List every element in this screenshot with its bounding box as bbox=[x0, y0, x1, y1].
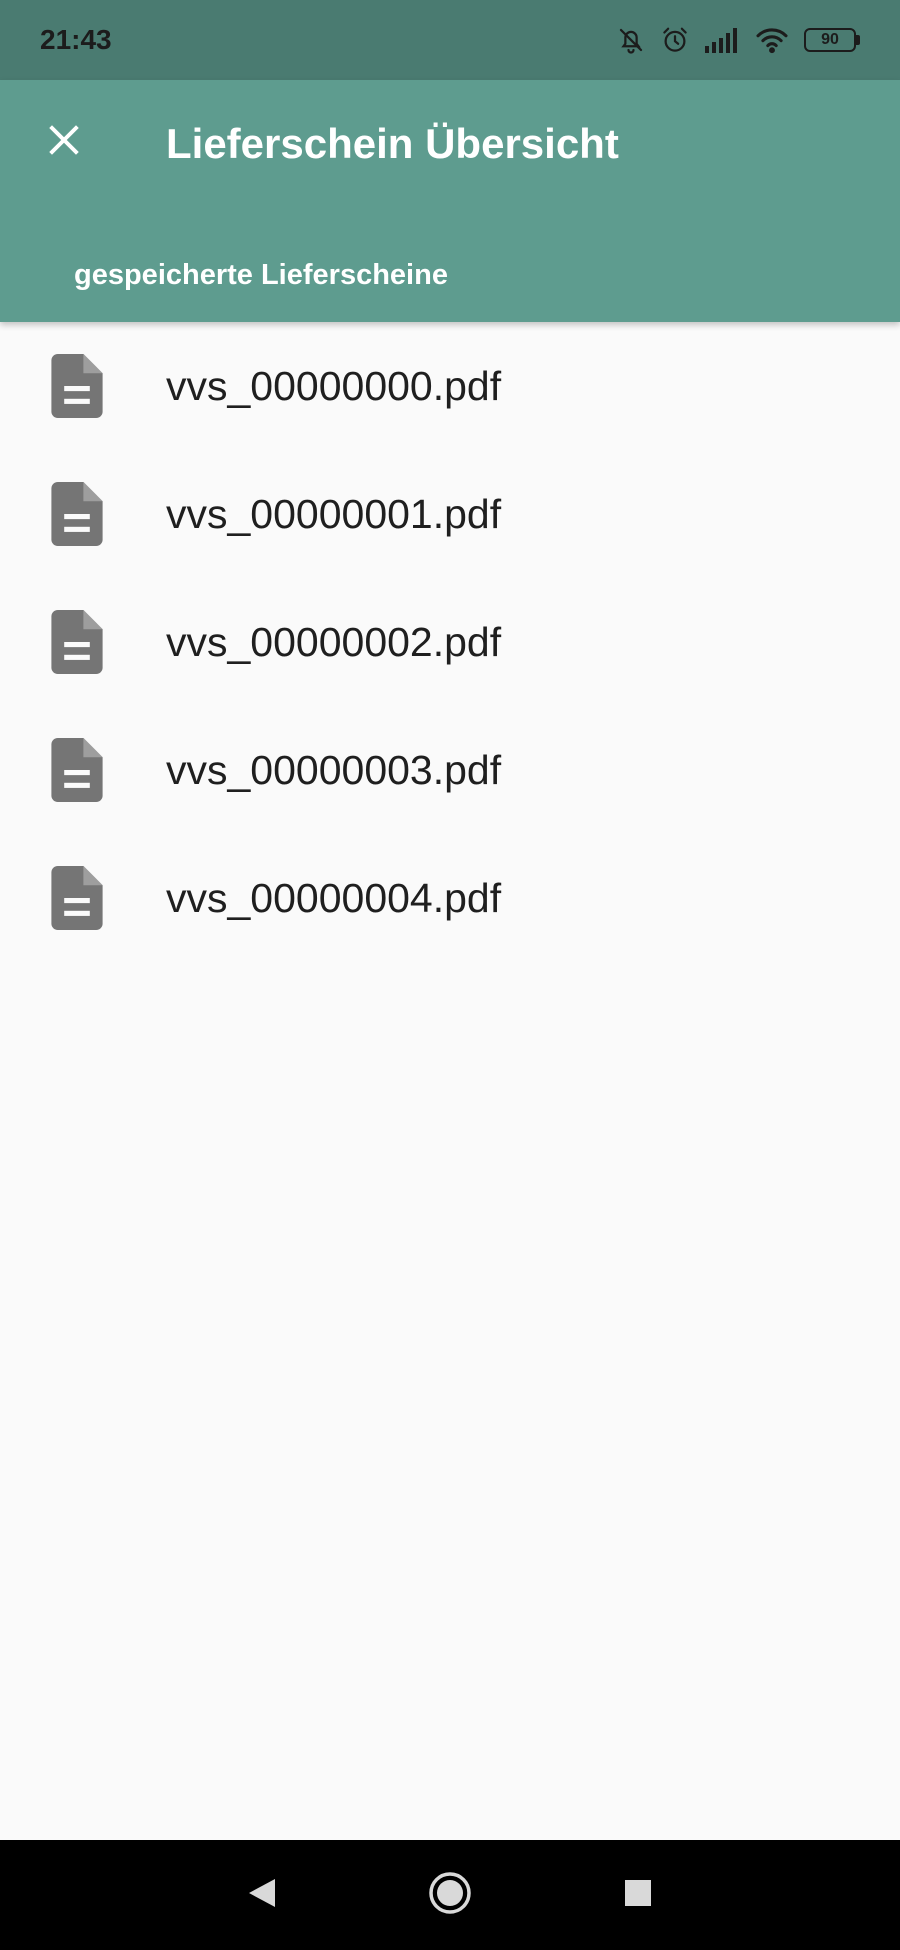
list-item[interactable]: vvs_00000003.pdf bbox=[0, 706, 900, 834]
home-button[interactable] bbox=[420, 1865, 480, 1925]
document-icon bbox=[0, 738, 166, 802]
file-name: vvs_00000002.pdf bbox=[166, 618, 502, 665]
list-item[interactable]: vvs_00000001.pdf bbox=[0, 450, 900, 578]
tab-saved-delivery-notes[interactable]: gespeicherte Lieferscheine bbox=[50, 240, 472, 310]
home-icon bbox=[428, 1871, 472, 1920]
wifi-icon bbox=[754, 26, 790, 54]
file-name: vvs_00000003.pdf bbox=[166, 746, 502, 793]
page-title: Lieferschein Übersicht bbox=[166, 120, 619, 167]
list-item[interactable]: vvs_00000000.pdf bbox=[0, 322, 900, 450]
battery-level: 90 bbox=[804, 28, 856, 52]
document-icon bbox=[0, 866, 166, 930]
file-name: vvs_00000004.pdf bbox=[166, 874, 502, 921]
back-button[interactable] bbox=[232, 1865, 292, 1925]
document-icon bbox=[0, 482, 166, 546]
back-icon bbox=[247, 1877, 277, 1914]
status-time: 21:43 bbox=[40, 24, 112, 55]
close-button[interactable] bbox=[34, 112, 94, 172]
alarm-icon bbox=[660, 25, 690, 55]
system-nav-bar bbox=[0, 1840, 900, 1950]
notifications-off-icon bbox=[616, 25, 646, 55]
file-list: vvs_00000000.pdf vvs_00000001.pdf vvs_00… bbox=[0, 322, 900, 962]
status-bar: 21:43 90 bbox=[0, 0, 900, 80]
tab-label: gespeicherte Lieferscheine bbox=[74, 258, 448, 291]
recents-icon bbox=[623, 1878, 653, 1913]
file-name: vvs_00000000.pdf bbox=[166, 362, 502, 409]
document-icon bbox=[0, 610, 166, 674]
file-name: vvs_00000001.pdf bbox=[166, 490, 502, 537]
signal-icon bbox=[704, 26, 740, 54]
app-bar: Lieferschein Übersicht gespeicherte Lief… bbox=[0, 80, 900, 322]
document-icon bbox=[0, 354, 166, 418]
status-icons: 90 bbox=[616, 25, 860, 55]
recents-button[interactable] bbox=[608, 1865, 668, 1925]
list-item[interactable]: vvs_00000002.pdf bbox=[0, 578, 900, 706]
battery-icon: 90 bbox=[804, 28, 860, 52]
list-item[interactable]: vvs_00000004.pdf bbox=[0, 834, 900, 962]
close-icon bbox=[46, 122, 82, 163]
